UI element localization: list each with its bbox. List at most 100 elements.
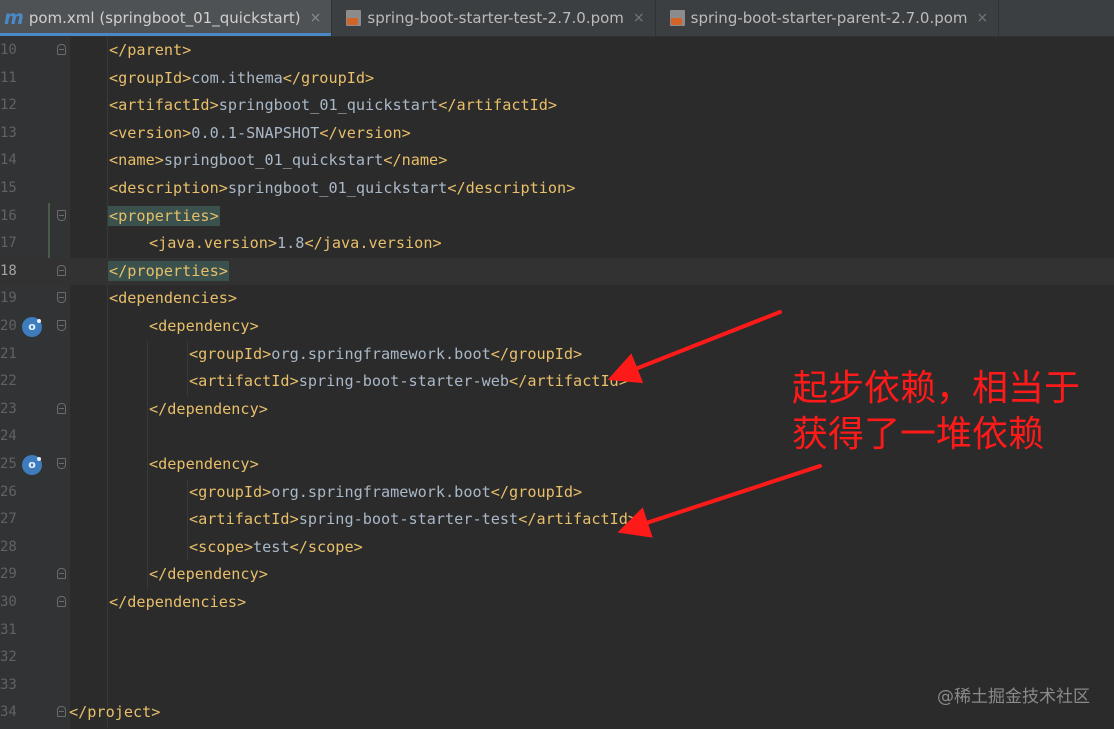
fold-marker-icon[interactable] [57, 292, 66, 304]
xml-tag: <java.version> [149, 234, 278, 253]
line-number: 11 [0, 69, 17, 86]
fold-marker-icon[interactable] [57, 706, 66, 718]
code-text: <artifactId>springboot_01_quickstart</ar… [109, 92, 557, 120]
tab-label: spring-boot-starter-parent-2.7.0.pom [690, 9, 968, 27]
fold-marker-icon[interactable] [57, 320, 66, 331]
xml-tag: </dependencies> [109, 593, 247, 611]
line-number: 10 [0, 42, 17, 58]
code-line[interactable]: 12 <artifactId>springboot_01_quickstart</… [0, 92, 1114, 120]
code-line[interactable]: 29 </dependency> [0, 561, 1114, 589]
line-number: 28 [0, 538, 17, 555]
code-line[interactable]: 17 <java.version>1.8</java.version> [0, 230, 1114, 258]
xml-value: org.springframework.boot [271, 482, 491, 501]
code-text: <properties> [109, 203, 219, 231]
line-number: 12 [0, 97, 17, 114]
code-text: </properties> [109, 258, 228, 286]
xml-value: test [253, 537, 290, 556]
code-line[interactable]: 13 <version>0.0.1-SNAPSHOT</version> [0, 120, 1114, 148]
fold-marker-icon[interactable] [57, 402, 66, 414]
code-text: </parent> [109, 37, 191, 65]
line-number: 33 [0, 676, 17, 693]
code-text: </dependency> [149, 396, 268, 424]
xml-tag: <description> [109, 179, 228, 197]
code-line[interactable]: 31 [0, 617, 1114, 645]
xml-value: springboot_01_quickstart [227, 179, 448, 197]
xml-close-tag: </version> [319, 123, 411, 142]
xml-tag: <dependency> [149, 317, 259, 335]
xml-file-icon [669, 10, 685, 26]
xml-tag: <name> [109, 151, 164, 170]
editor-tab-bar: m pom.xml (springboot_01_quickstart) × s… [0, 0, 1114, 37]
xml-close-tag: </groupId> [490, 482, 583, 501]
overridden-dependency-icon[interactable]: o [22, 455, 42, 475]
xml-tag: <dependency> [149, 455, 259, 473]
xml-tag: </dependency> [149, 565, 268, 584]
code-line[interactable]: 20 o <dependency> [0, 313, 1114, 341]
xml-tag: <version> [109, 123, 192, 142]
xml-close-tag: </description> [447, 179, 576, 197]
code-line[interactable]: 18 </properties> [0, 257, 1114, 286]
code-line[interactable]: 32 [0, 644, 1114, 672]
code-line[interactable]: 26 <groupId>org.springframework.boot</gro… [0, 479, 1114, 507]
code-text: <artifactId>spring-boot-starter-test</ar… [189, 506, 637, 534]
xml-value: springboot_01_quickstart [218, 96, 439, 115]
xml-value: spring-boot-starter-test [298, 510, 519, 529]
line-number: 32 [0, 649, 17, 666]
xml-value: 0.0.1-SNAPSHOT [191, 123, 320, 142]
xml-value: springboot_01_quickstart [163, 151, 384, 170]
fold-marker-icon[interactable] [57, 44, 66, 55]
fold-marker-icon[interactable] [57, 458, 66, 469]
code-text: <groupId>org.springframework.boot</group… [189, 341, 582, 369]
close-icon[interactable]: × [977, 10, 989, 26]
fold-marker-icon[interactable] [57, 209, 66, 221]
tab-pom-xml[interactable]: m pom.xml (springboot_01_quickstart) × [0, 0, 333, 36]
code-line[interactable]: 11 <groupId>com.ithema</groupId> [0, 65, 1114, 93]
fold-marker-icon[interactable] [57, 596, 66, 607]
line-number: 27 [0, 511, 17, 528]
xml-file-icon [346, 10, 362, 26]
code-text: <dependencies> [109, 285, 237, 313]
tab-spring-boot-starter-parent[interactable]: spring-boot-starter-parent-2.7.0.pom × [656, 0, 1000, 36]
code-text: <artifactId>spring-boot-starter-web</art… [189, 368, 628, 396]
tab-spring-boot-starter-test[interactable]: spring-boot-starter-test-2.7.0.pom × [332, 0, 656, 36]
xml-tag: <properties> [109, 206, 219, 225]
code-line[interactable]: 27 <artifactId>spring-boot-starter-test</… [0, 506, 1114, 534]
watermark: @稀土掘金技术社区 [937, 687, 1090, 707]
line-number: 16 [0, 207, 17, 224]
tab-label: spring-boot-starter-test-2.7.0.pom [367, 9, 624, 27]
xml-close-tag: </artifactId> [518, 510, 638, 529]
code-line[interactable]: 16 <properties> [0, 203, 1114, 231]
xml-tag: <artifactId> [189, 510, 299, 529]
xml-tag: <groupId> [189, 482, 272, 501]
code-text: </dependency> [149, 561, 268, 589]
code-line[interactable]: 19 <dependencies> [0, 285, 1114, 313]
close-icon[interactable]: × [633, 10, 645, 26]
code-line[interactable]: 30 </dependencies> [0, 589, 1114, 617]
line-number: 15 [0, 180, 17, 196]
overridden-dependency-icon[interactable]: o [22, 317, 42, 337]
code-text: <description>springboot_01_quickstart</d… [109, 175, 575, 203]
line-number: 22 [0, 373, 17, 390]
fold-marker-icon[interactable] [57, 264, 66, 276]
line-number: 18 [0, 262, 17, 279]
annotation-text-line-2: 获得了一堆依赖 [792, 414, 1045, 455]
xml-value: 1.8 [277, 234, 305, 253]
code-text: <name>springboot_01_quickstart</name> [109, 147, 447, 175]
line-number: 31 [0, 621, 17, 638]
code-line[interactable]: 15 <description>springboot_01_quickstart<… [0, 175, 1114, 203]
code-line[interactable]: 28 <scope>test</scope> [0, 534, 1114, 562]
fold-marker-icon[interactable] [57, 568, 66, 580]
xml-value: spring-boot-starter-web [298, 372, 510, 391]
xml-close-tag: </artifactId> [509, 372, 628, 391]
code-line[interactable]: 10 </parent> [0, 37, 1114, 65]
code-line[interactable]: 14 <name>springboot_01_quickstart</name> [0, 147, 1114, 175]
xml-tag: <dependencies> [109, 289, 238, 308]
xml-tag: </dependency> [149, 399, 268, 418]
xml-value: com.ithema [191, 68, 283, 87]
xml-close-tag: </groupId> [490, 344, 583, 363]
close-icon[interactable]: × [310, 10, 322, 26]
line-number: 19 [0, 290, 17, 307]
code-text: <groupId>com.ithema</groupId> [109, 65, 374, 93]
line-number: 24 [0, 428, 17, 445]
xml-tag: </project> [69, 703, 161, 722]
